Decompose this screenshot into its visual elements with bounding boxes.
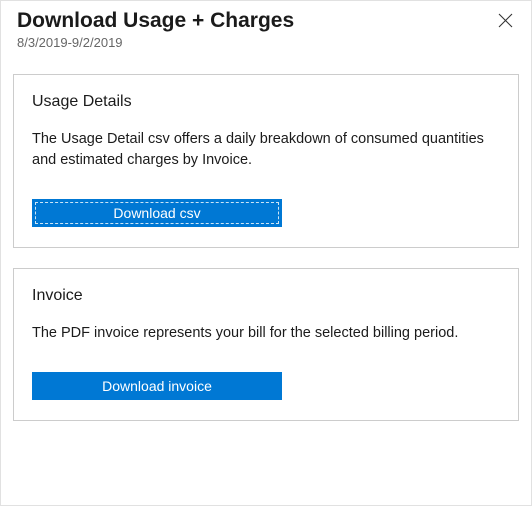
panel-header: Download Usage + Charges 8/3/2019-9/2/20… [1,1,531,54]
invoice-card: Invoice The PDF invoice represents your … [13,268,519,421]
close-icon [498,13,513,28]
download-invoice-button[interactable]: Download invoice [32,372,282,400]
download-csv-button[interactable]: Download csv [32,199,282,227]
usage-card-description: The Usage Detail csv offers a daily brea… [32,129,500,171]
invoice-card-description: The PDF invoice represents your bill for… [32,323,500,344]
panel-date-range: 8/3/2019-9/2/2019 [17,35,515,50]
panel-title: Download Usage + Charges [17,9,515,33]
close-button[interactable] [494,9,517,32]
download-panel: Download Usage + Charges 8/3/2019-9/2/20… [0,0,532,506]
usage-card-title: Usage Details [32,93,500,111]
invoice-card-title: Invoice [32,287,500,305]
usage-details-card: Usage Details The Usage Detail csv offer… [13,74,519,248]
